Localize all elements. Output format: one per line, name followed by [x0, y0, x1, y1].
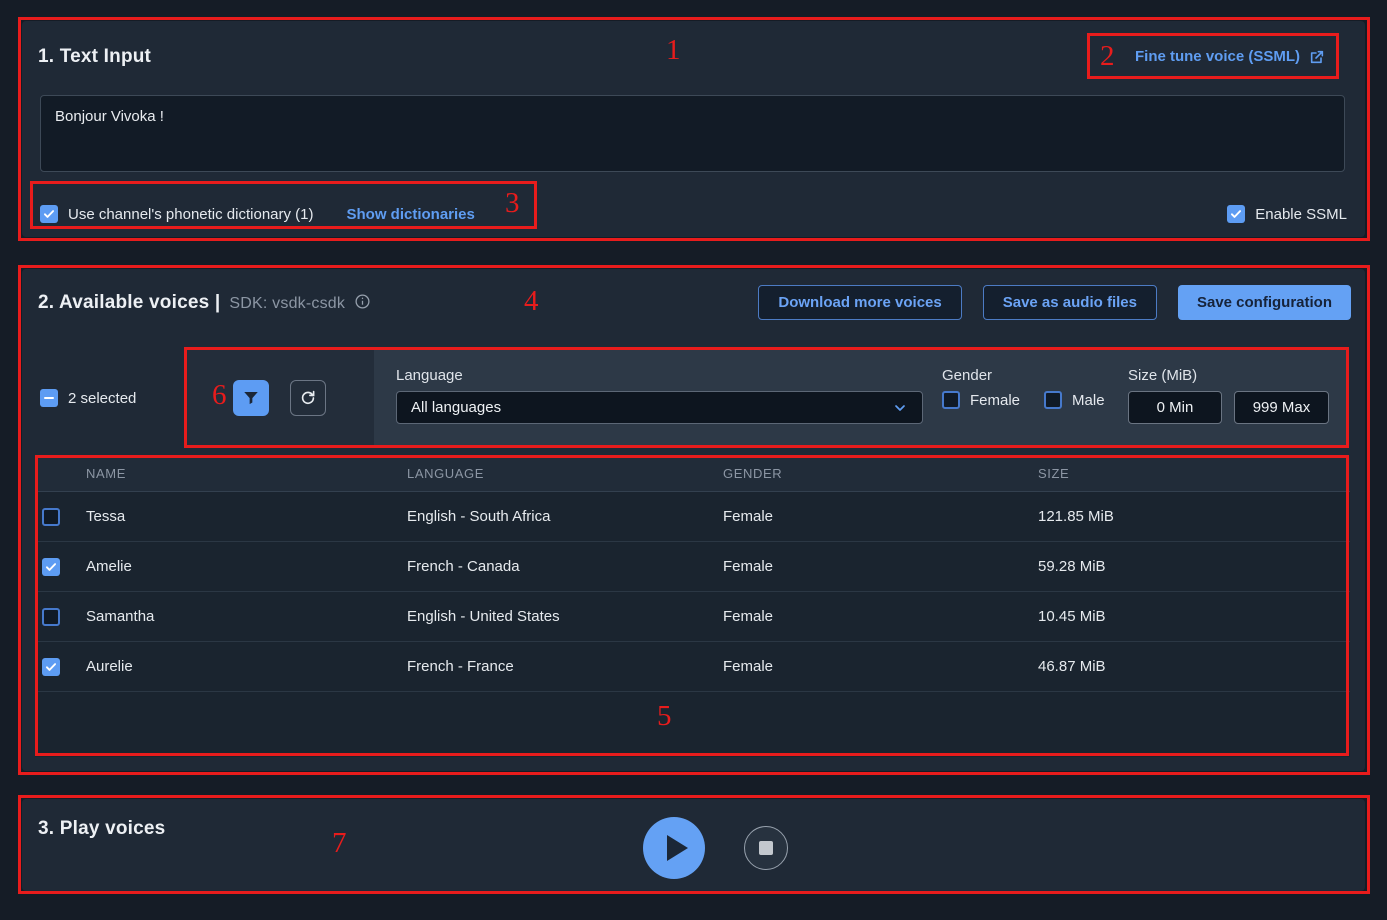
voice-name: Amelie [86, 558, 407, 575]
header-language: LANGUAGE [407, 466, 723, 481]
filter-fields-group: Language All languages Gender Female [374, 347, 1349, 448]
voice-language: French - France [407, 658, 723, 675]
refresh-button[interactable] [290, 380, 326, 416]
play-voices-title: 3. Play voices [38, 818, 165, 840]
play-voices-panel: 3. Play voices [22, 799, 1365, 891]
enable-ssml-checkbox[interactable] [1227, 205, 1245, 223]
tts-text-input[interactable]: Bonjour Vivoka ! [40, 95, 1345, 172]
size-min-input[interactable] [1128, 391, 1222, 424]
selected-count-label: 2 selected [68, 390, 136, 407]
voice-size: 10.45 MiB [1038, 608, 1350, 625]
language-filter-label: Language [396, 367, 463, 384]
voice-gender: Female [723, 608, 1038, 625]
voice-gender: Female [723, 658, 1038, 675]
header-gender: GENDER [723, 466, 1038, 481]
female-checkbox[interactable] [942, 391, 960, 409]
external-link-icon [1309, 49, 1325, 65]
gender-filter-label: Gender [942, 367, 992, 384]
play-button[interactable] [643, 817, 705, 879]
enable-ssml-group: Enable SSML [1227, 205, 1347, 223]
text-input-panel: 1. Text Input Fine tune voice (SSML) Bon… [22, 21, 1365, 237]
voice-row[interactable]: SamanthaEnglish - United StatesFemale10.… [35, 592, 1350, 642]
voice-gender: Female [723, 558, 1038, 575]
voice-row-checkbox[interactable] [42, 608, 60, 626]
download-more-voices-button[interactable]: Download more voices [758, 285, 961, 320]
voice-row[interactable]: TessaEnglish - South AfricaFemale121.85 … [35, 492, 1350, 542]
male-filter-item: Male [1044, 391, 1105, 409]
filter-button[interactable] [233, 380, 269, 416]
text-input-options-row: Use channel's phonetic dictionary (1) Sh… [40, 196, 1347, 232]
show-dictionaries-link[interactable]: Show dictionaries [347, 206, 475, 223]
fine-tune-voice-label: Fine tune voice (SSML) [1135, 48, 1300, 65]
available-voices-panel: 2. Available voices | SDK: vsdk-csdk Dow… [22, 269, 1365, 771]
phonetic-dictionary-label: Use channel's phonetic dictionary (1) [68, 206, 314, 223]
language-select[interactable]: All languages [396, 391, 923, 424]
voice-row-checkbox[interactable] [42, 558, 60, 576]
voice-row-checkbox[interactable] [42, 508, 60, 526]
save-as-audio-files-button[interactable]: Save as audio files [983, 285, 1157, 320]
voices-table: NAME LANGUAGE GENDER SIZE TessaEnglish -… [35, 456, 1350, 757]
female-filter-item: Female [942, 391, 1020, 409]
fine-tune-voice-link[interactable]: Fine tune voice (SSML) [1135, 48, 1325, 65]
header-size: SIZE [1038, 466, 1350, 481]
sdk-label: SDK: vsdk-csdk [229, 295, 345, 313]
size-max-input[interactable] [1234, 391, 1329, 424]
size-filter-label: Size (MiB) [1128, 367, 1197, 384]
voice-language: French - Canada [407, 558, 723, 575]
play-icon [667, 835, 688, 861]
voice-name: Samantha [86, 608, 407, 625]
selection-summary: 2 selected [40, 389, 136, 407]
text-input-title: 1. Text Input [38, 46, 151, 68]
phonetic-dictionary-checkbox[interactable] [40, 205, 58, 223]
voice-gender: Female [723, 508, 1038, 525]
voice-row[interactable]: AmelieFrench - CanadaFemale59.28 MiB [35, 542, 1350, 592]
available-voices-title: 2. Available voices | SDK: vsdk-csdk [38, 291, 371, 314]
available-voices-title-text: 2. Available voices | [38, 292, 220, 314]
voice-name: Aurelie [86, 658, 407, 675]
voices-actions: Download more voices Save as audio files… [758, 285, 1351, 320]
male-checkbox[interactable] [1044, 391, 1062, 409]
filter-buttons-group [184, 347, 374, 448]
gender-filter-group: Female Male [942, 391, 1105, 409]
language-select-value: All languages [411, 399, 501, 416]
voice-row[interactable]: AurelieFrench - FranceFemale46.87 MiB [35, 642, 1350, 692]
save-configuration-button[interactable]: Save configuration [1178, 285, 1351, 320]
stop-button[interactable] [744, 826, 788, 870]
enable-ssml-label: Enable SSML [1255, 206, 1347, 223]
voices-table-body: TessaEnglish - South AfricaFemale121.85 … [35, 492, 1350, 692]
voices-filter-bar: Language All languages Gender Female [184, 347, 1349, 448]
info-icon[interactable] [354, 293, 371, 316]
female-label: Female [970, 392, 1020, 409]
funnel-icon [242, 389, 260, 407]
voice-size: 46.87 MiB [1038, 658, 1350, 675]
voice-row-checkbox[interactable] [42, 658, 60, 676]
voice-size: 59.28 MiB [1038, 558, 1350, 575]
tts-configuration-page: 1. Text Input Fine tune voice (SSML) Bon… [0, 0, 1387, 920]
male-label: Male [1072, 392, 1105, 409]
voice-size: 121.85 MiB [1038, 508, 1350, 525]
chevron-down-icon [892, 400, 908, 416]
voice-name: Tessa [86, 508, 407, 525]
voice-language: English - United States [407, 608, 723, 625]
voices-table-header: NAME LANGUAGE GENDER SIZE [35, 456, 1350, 492]
header-name: NAME [86, 466, 407, 481]
stop-icon [759, 841, 773, 855]
select-all-checkbox[interactable] [40, 389, 58, 407]
voice-language: English - South Africa [407, 508, 723, 525]
refresh-icon [299, 389, 317, 407]
